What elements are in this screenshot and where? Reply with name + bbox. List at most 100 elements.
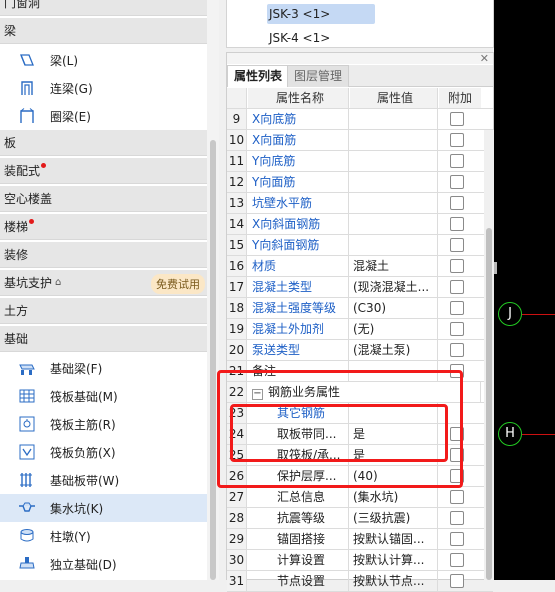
property-value-cell[interactable]	[350, 193, 438, 213]
add-checkbox[interactable]	[450, 490, 464, 504]
add-checkbox[interactable]	[450, 196, 464, 210]
property-name-cell[interactable]: 坑壁水平筋	[248, 193, 349, 213]
axis-label-bubble[interactable]: H	[498, 422, 522, 446]
add-checkbox[interactable]	[450, 238, 464, 252]
property-value-cell[interactable]: (C30)	[350, 298, 438, 318]
property-row[interactable]: 18 混凝土强度等级 (C30)	[227, 298, 493, 319]
property-value-cell[interactable]: 混凝土	[350, 256, 438, 276]
property-value-cell[interactable]	[350, 235, 438, 255]
property-value-cell[interactable]: (无)	[350, 319, 438, 339]
add-checkbox[interactable]	[450, 154, 464, 168]
sidebar-section-6[interactable]: 装配式	[0, 158, 207, 184]
property-name-cell[interactable]: 抗震等级	[248, 508, 349, 528]
sidebar-section-9[interactable]: 装修	[0, 242, 207, 268]
add-checkbox[interactable]	[450, 343, 464, 357]
free-trial-badge[interactable]: 免费试用	[151, 274, 205, 294]
property-value-cell[interactable]	[350, 130, 438, 150]
add-checkbox[interactable]	[450, 553, 464, 567]
add-checkbox[interactable]	[450, 133, 464, 147]
property-name-cell[interactable]: 混凝土类型	[248, 277, 349, 297]
property-name-cell[interactable]: X向底筋	[248, 109, 349, 129]
property-name-cell[interactable]: 计算设置	[248, 550, 349, 570]
property-value-cell[interactable]	[350, 109, 438, 129]
property-name-cell[interactable]: 汇总信息	[248, 487, 349, 507]
sidebar-section-1[interactable]: 梁	[0, 18, 207, 44]
sidebar-item-18[interactable]: 集水坑(K)	[0, 494, 207, 522]
grid-scroll-thumb[interactable]	[486, 228, 492, 580]
property-value-cell[interactable]: (混凝土泵)	[350, 340, 438, 360]
property-row[interactable]: 16 材质 混凝土	[227, 256, 493, 277]
sidebar-item-19[interactable]: 柱墩(Y)	[0, 522, 207, 550]
add-checkbox[interactable]	[450, 301, 464, 315]
add-checkbox[interactable]	[450, 217, 464, 231]
add-checkbox[interactable]	[450, 574, 464, 588]
add-checkbox[interactable]	[450, 259, 464, 273]
add-checkbox[interactable]	[450, 511, 464, 525]
property-name-cell[interactable]: 混凝土外加剂	[248, 319, 349, 339]
property-row[interactable]: 17 混凝土类型 (现浇混凝土...	[227, 277, 493, 298]
tab-property-list[interactable]: 属性列表	[227, 65, 290, 87]
sidebar-section-7[interactable]: 空心楼盖	[0, 186, 207, 212]
add-checkbox[interactable]	[450, 532, 464, 546]
sidebar-item-4[interactable]: 圈梁(E)	[0, 102, 207, 130]
property-value-cell[interactable]: 按默认锚固...	[350, 529, 438, 549]
sidebar-section-5[interactable]: 板	[0, 130, 207, 156]
property-value-cell[interactable]: 按默认节点...	[350, 571, 438, 591]
property-value-cell[interactable]: 按默认计算...	[350, 550, 438, 570]
sidebar-item-3[interactable]: 连梁(G)	[0, 74, 207, 102]
property-row[interactable]: 9 X向底筋	[227, 109, 493, 130]
sidebar-scroll-thumb[interactable]	[210, 140, 216, 580]
component-list-item[interactable]: JSK-3 <1>	[267, 4, 375, 24]
sidebar-scrollbar[interactable]	[207, 0, 219, 580]
property-row[interactable]: 10 X向面筋	[227, 130, 493, 151]
add-checkbox[interactable]	[450, 112, 464, 126]
property-row[interactable]: 27 汇总信息 (集水坑)	[227, 487, 493, 508]
property-row[interactable]: 31 节点设置 按默认节点...	[227, 571, 493, 592]
sidebar-item-13[interactable]: 基础梁(F)	[0, 354, 207, 382]
property-value-cell[interactable]	[350, 214, 438, 234]
sidebar-section-0[interactable]: 门窗洞	[0, 0, 207, 16]
sidebar-section-12[interactable]: 基础	[0, 326, 207, 352]
property-value-cell[interactable]: (集水坑)	[350, 487, 438, 507]
add-checkbox[interactable]	[450, 280, 464, 294]
property-row[interactable]: 13 坑壁水平筋	[227, 193, 493, 214]
property-name-cell[interactable]: Y向面筋	[248, 172, 349, 192]
sidebar-item-16[interactable]: 筏板负筋(X)	[0, 438, 207, 466]
property-name-cell[interactable]: 节点设置	[248, 571, 349, 591]
add-checkbox[interactable]	[450, 175, 464, 189]
sidebar-item-2[interactable]: 梁(L)	[0, 46, 207, 74]
property-row[interactable]: 29 锚固搭接 按默认锚固...	[227, 529, 493, 550]
property-name-cell[interactable]: Y向斜面钢筋	[248, 235, 349, 255]
property-row[interactable]: 11 Y向底筋	[227, 151, 493, 172]
property-row[interactable]: 30 计算设置 按默认计算...	[227, 550, 493, 571]
tab-layer-management[interactable]: 图层管理	[287, 65, 350, 87]
property-grid-scrollbar[interactable]	[484, 130, 494, 580]
property-value-cell[interactable]	[350, 172, 438, 192]
drawing-canvas[interactable]: JH	[494, 0, 555, 580]
property-name-cell[interactable]: 混凝土强度等级	[248, 298, 349, 318]
sidebar-section-10[interactable]: 基坑支护 ⌂ 免费试用	[0, 270, 207, 296]
sidebar-item-20[interactable]: 独立基础(D)	[0, 550, 207, 578]
property-row[interactable]: 20 泵送类型 (混凝土泵)	[227, 340, 493, 361]
property-name-cell[interactable]: 材质	[248, 256, 349, 276]
axis-label-bubble[interactable]: J	[498, 302, 522, 326]
property-name-cell[interactable]: Y向底筋	[248, 151, 349, 171]
property-value-cell[interactable]: (三级抗震)	[350, 508, 438, 528]
sidebar-section-8[interactable]: 楼梯	[0, 214, 207, 240]
property-row[interactable]: 14 X向斜面钢筋	[227, 214, 493, 235]
sidebar-section-11[interactable]: 土方	[0, 298, 207, 324]
sidebar-item-14[interactable]: 筏板基础(M)	[0, 382, 207, 410]
property-name-cell[interactable]: X向面筋	[248, 130, 349, 150]
close-icon[interactable]: ✕	[480, 52, 489, 65]
property-name-cell[interactable]: 锚固搭接	[248, 529, 349, 549]
property-value-cell[interactable]	[350, 151, 438, 171]
add-checkbox[interactable]	[450, 322, 464, 336]
property-name-cell[interactable]: 泵送类型	[248, 340, 349, 360]
property-row[interactable]: 19 混凝土外加剂 (无)	[227, 319, 493, 340]
property-name-cell[interactable]: X向斜面钢筋	[248, 214, 349, 234]
component-list-item[interactable]: JSK-4 <1>	[267, 28, 375, 48]
property-value-cell[interactable]: (现浇混凝土...	[350, 277, 438, 297]
property-row[interactable]: 15 Y向斜面钢筋	[227, 235, 493, 256]
property-row[interactable]: 12 Y向面筋	[227, 172, 493, 193]
sidebar-item-17[interactable]: 基础板带(W)	[0, 466, 207, 494]
